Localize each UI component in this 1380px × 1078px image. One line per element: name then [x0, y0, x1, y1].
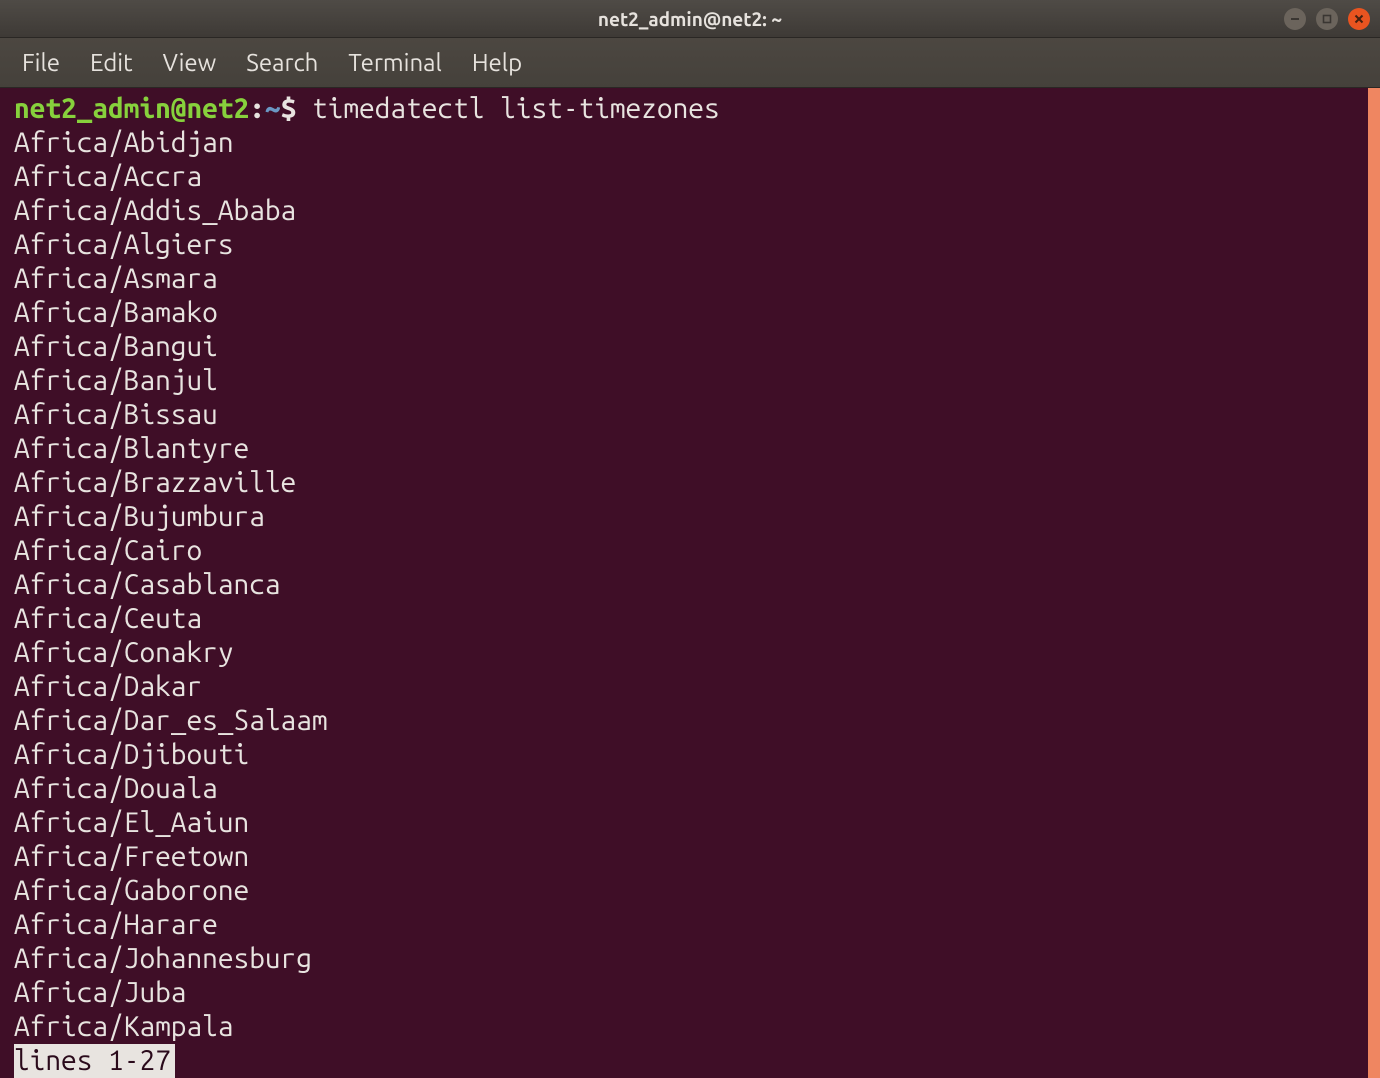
maximize-button[interactable] [1316, 8, 1338, 30]
prompt-sigil: $ [281, 93, 297, 124]
maximize-icon [1322, 14, 1332, 24]
minimize-button[interactable] [1284, 8, 1306, 30]
prompt-path: ~ [265, 93, 281, 124]
prompt-separator: : [249, 93, 265, 124]
titlebar: net2_admin@net2: ~ [0, 0, 1380, 38]
output-line: Africa/Addis_Ababa [14, 195, 296, 226]
terminal-viewport[interactable]: net2_admin@net2:~$ timedatectl list-time… [0, 88, 1380, 1078]
output-line: Africa/Djibouti [14, 739, 249, 770]
window-title: net2_admin@net2: ~ [598, 8, 782, 30]
output-line: Africa/Accra [14, 161, 202, 192]
output-line: Africa/Ceuta [14, 603, 202, 634]
output-line: Africa/Brazzaville [14, 467, 296, 498]
output-line: Africa/Bujumbura [14, 501, 265, 532]
output-line: Africa/Algiers [14, 229, 234, 260]
pager-status: lines 1-27 [14, 1044, 175, 1078]
menu-edit[interactable]: Edit [90, 49, 133, 76]
menu-file[interactable]: File [22, 49, 60, 76]
output-line: Africa/Gaborone [14, 875, 249, 906]
close-icon [1354, 14, 1364, 24]
output-line: Africa/Juba [14, 977, 186, 1008]
output-line: Africa/Asmara [14, 263, 218, 294]
output-line: Africa/Johannesburg [14, 943, 312, 974]
output-line: Africa/Bamako [14, 297, 218, 328]
window-controls [1284, 8, 1370, 30]
prompt-user-host: net2_admin@net2 [14, 93, 249, 124]
output-line: Africa/Cairo [14, 535, 202, 566]
close-button[interactable] [1348, 8, 1370, 30]
output-line: Africa/Dakar [14, 671, 202, 702]
output-line: Africa/Bissau [14, 399, 218, 430]
menu-view[interactable]: View [163, 49, 217, 76]
terminal-window: net2_admin@net2: ~ File Edit View Search… [0, 0, 1380, 1078]
output-line: Africa/Banjul [14, 365, 218, 396]
command-text: timedatectl list-timezones [312, 93, 720, 124]
output-line: Africa/Harare [14, 909, 218, 940]
output-line: Africa/Kampala [14, 1011, 234, 1042]
output-line: Africa/El_Aaiun [14, 807, 249, 838]
menu-help[interactable]: Help [472, 49, 522, 76]
output-line: Africa/Blantyre [14, 433, 249, 464]
menubar: File Edit View Search Terminal Help [0, 38, 1380, 88]
output-line: Africa/Conakry [14, 637, 234, 668]
output-line: Africa/Dar_es_Salaam [14, 705, 328, 736]
minimize-icon [1290, 14, 1300, 24]
menu-terminal[interactable]: Terminal [348, 49, 441, 76]
output-line: Africa/Casablanca [14, 569, 281, 600]
output-line: Africa/Freetown [14, 841, 249, 872]
output-line: Africa/Bangui [14, 331, 218, 362]
output-line: Africa/Abidjan [14, 127, 234, 158]
output-line: Africa/Douala [14, 773, 218, 804]
menu-search[interactable]: Search [246, 49, 318, 76]
